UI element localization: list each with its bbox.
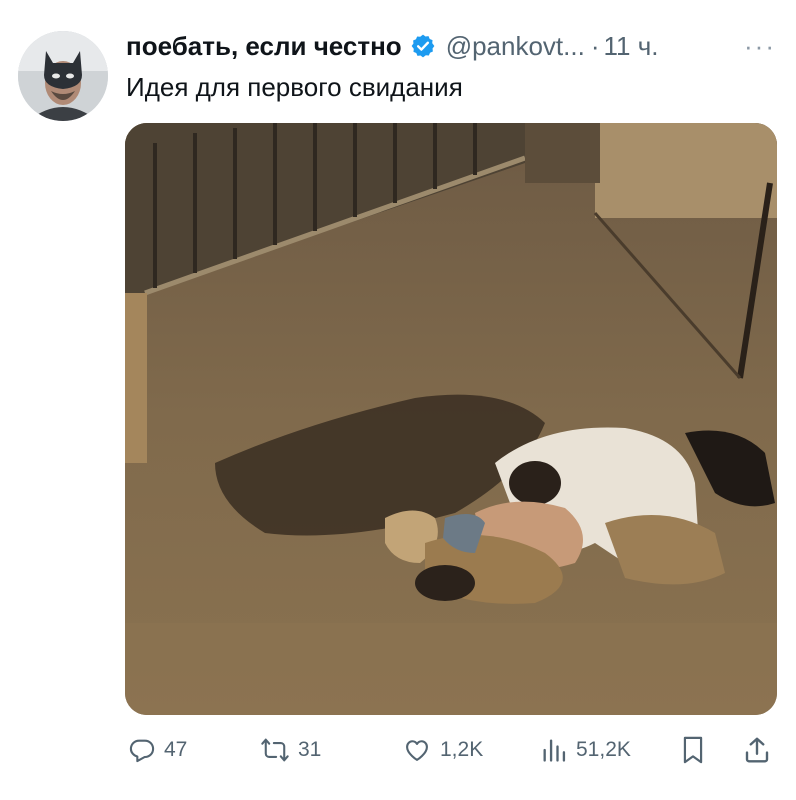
views-button[interactable]: 51,2K: [540, 730, 631, 770]
like-button[interactable]: 1,2K: [402, 730, 483, 770]
like-count: 1,2K: [440, 738, 484, 761]
more-dots-icon[interactable]: ···: [744, 28, 776, 64]
bookmark-button[interactable]: [679, 730, 707, 770]
bookmark-icon: [679, 735, 707, 765]
share-icon: [742, 735, 772, 765]
avatar-image: [18, 31, 108, 121]
display-name[interactable]: поебать, если честно: [126, 31, 402, 62]
tweet-actions-bar: 47 31 1,2K 51,2K: [126, 730, 776, 770]
tweet: поебать, если честно @pankovt... · 11 ч.…: [0, 0, 796, 800]
media-photo: [125, 123, 777, 715]
views-count: 51,2K: [576, 738, 631, 761]
tweet-text: Идея для первого свидания: [126, 72, 463, 102]
reply-button[interactable]: 47: [128, 730, 187, 770]
reply-icon: [128, 736, 156, 764]
retweet-button[interactable]: 31: [260, 730, 321, 770]
separator-dot: ·: [590, 30, 600, 61]
avatar[interactable]: [18, 31, 108, 121]
views-icon: [540, 736, 568, 764]
reply-count: 47: [164, 738, 188, 761]
retweet-icon: [260, 736, 290, 764]
verified-badge-icon: [410, 33, 436, 59]
timestamp[interactable]: 11 ч.: [604, 31, 659, 62]
like-icon: [402, 736, 432, 764]
share-button[interactable]: [742, 730, 772, 770]
retweet-count: 31: [298, 738, 322, 761]
user-handle[interactable]: @pankovt...: [446, 31, 585, 62]
tweet-header: поебать, если честно @pankovt... · 11 ч.…: [126, 28, 776, 64]
tweet-media-image[interactable]: [125, 123, 777, 715]
